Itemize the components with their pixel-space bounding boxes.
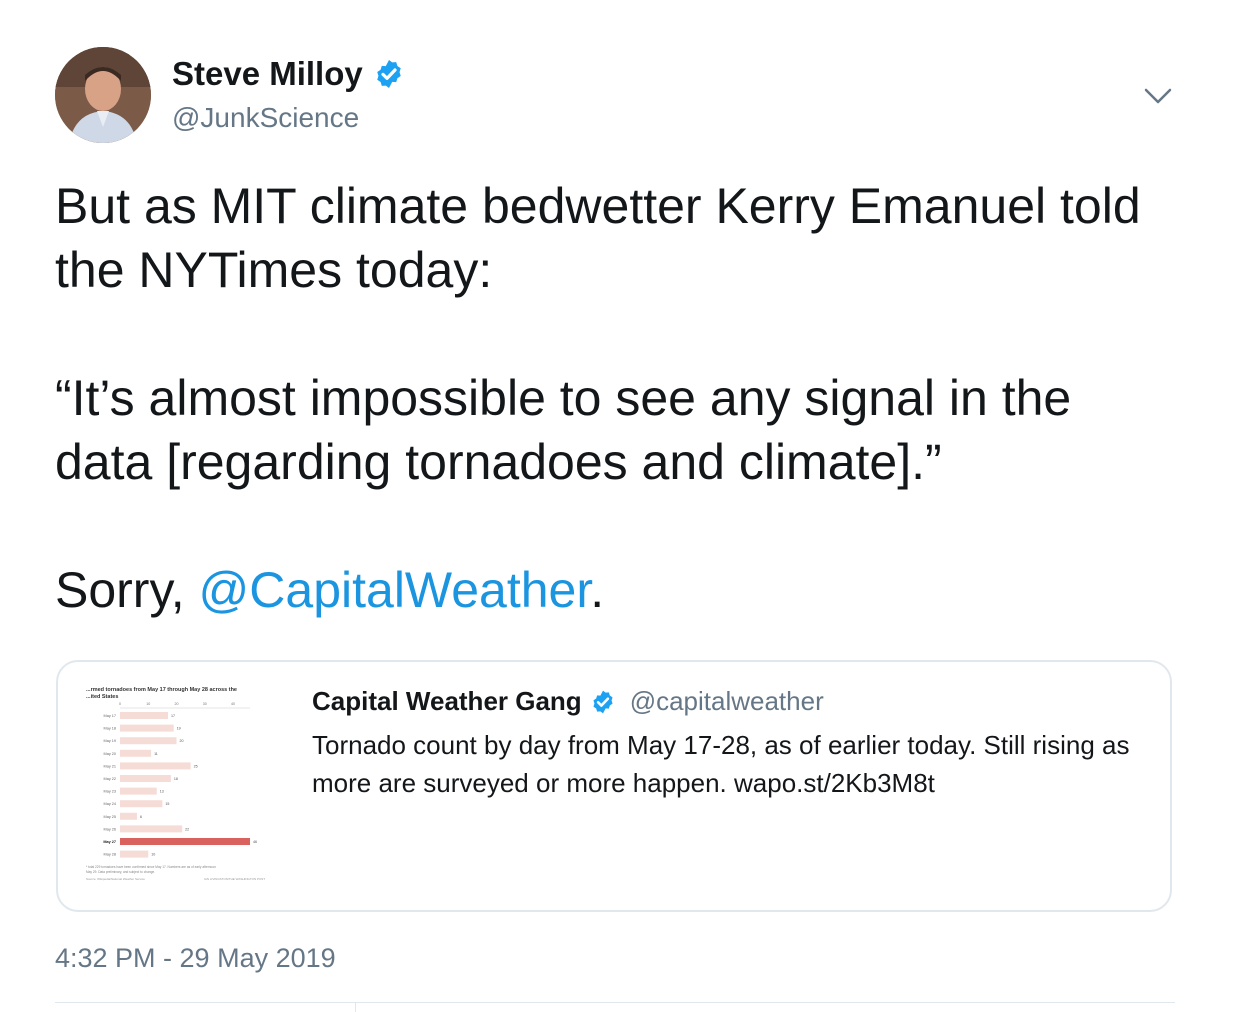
verified-badge-icon xyxy=(377,60,401,88)
thumb-bar xyxy=(120,749,152,757)
thumb-bar xyxy=(120,787,157,795)
thumb-bar xyxy=(120,825,183,833)
quoted-tweet-chart-thumbnail[interactable]: ...rmed tornadoes from May 17 through Ma… xyxy=(84,684,314,889)
thumb-category-label: May 27 xyxy=(103,840,116,844)
thumb-bar xyxy=(120,762,191,770)
thumb-category-label: May 24 xyxy=(104,802,116,806)
thumb-tick-label: 30 xyxy=(203,702,207,706)
chevron-down-icon[interactable] xyxy=(1140,82,1176,110)
thumb-category-label: May 19 xyxy=(104,739,116,743)
thumb-title-line1: ...rmed tornadoes from May 17 through Ma… xyxy=(86,687,237,693)
tweet-text-quote: “It’s almost impossible to see any signa… xyxy=(55,370,1072,490)
thumb-value-label: 18 xyxy=(174,777,178,781)
tweet-text-closing: Sorry, @CapitalWeather. xyxy=(55,558,1175,622)
thumb-value-label: 11 xyxy=(154,752,158,756)
thumb-bar xyxy=(120,850,149,858)
thumb-category-label: May 20 xyxy=(104,752,116,756)
quoted-author-name[interactable]: Capital Weather Gang xyxy=(312,686,582,717)
tweet-timestamp[interactable]: 4:32 PM - 29 May 2019 xyxy=(55,938,336,978)
thumb-source-right: IAN LIVINGSTON/THE WASHINGTON POST xyxy=(204,877,265,881)
thumb-source-left: Source: Wikipedia/National Weather Servi… xyxy=(86,877,145,881)
quoted-header: Capital Weather Gang @capitalweather xyxy=(312,686,824,717)
thumb-value-label: 19 xyxy=(177,727,181,731)
author-handle[interactable]: @JunkScience xyxy=(172,100,359,136)
author-name[interactable]: Steve Milloy xyxy=(172,52,363,96)
tweet-text: But as MIT climate bedwetter Kerry Emanu… xyxy=(55,174,1175,622)
thumb-category-label: May 22 xyxy=(104,777,116,781)
thumb-value-label: 25 xyxy=(194,764,198,768)
thumb-bar xyxy=(120,775,171,782)
thumb-category-label: May 26 xyxy=(104,827,116,831)
divider xyxy=(55,1002,1175,1003)
mention-link[interactable]: @CapitalWeather xyxy=(199,562,591,618)
tweet-text-line1: But as MIT climate bedwetter Kerry Emanu… xyxy=(55,178,1141,298)
thumb-category-label: May 23 xyxy=(104,790,116,794)
quoted-tweet-text: Tornado count by day from May 17-28, as … xyxy=(312,730,1130,798)
thumb-tick-label: 40 xyxy=(231,702,235,706)
divider-tick xyxy=(355,1003,356,1012)
thumb-bar xyxy=(120,800,163,808)
thumb-tick-label: 20 xyxy=(175,702,179,706)
quoted-tweet-card[interactable]: ...rmed tornadoes from May 17 through Ma… xyxy=(56,660,1172,912)
thumb-bar xyxy=(120,724,174,732)
thumb-category-label: May 17 xyxy=(104,714,116,718)
thumb-value-label: 17 xyxy=(171,714,175,718)
quoted-author-handle[interactable]: @capitalweather xyxy=(630,686,824,717)
thumb-value-label: 6 xyxy=(140,815,142,819)
thumb-bar xyxy=(120,812,137,820)
thumb-footnote-line2: May 29. Data preliminary, and subject to… xyxy=(86,870,155,874)
thumb-category-label: May 28 xyxy=(104,853,116,857)
thumb-title-line2: ...ited States xyxy=(86,694,118,700)
closing-prefix: Sorry, xyxy=(55,562,199,618)
thumb-value-label: 10 xyxy=(151,853,155,857)
author-avatar[interactable] xyxy=(55,47,151,143)
avatar-image xyxy=(55,47,151,143)
thumb-category-label: May 18 xyxy=(104,727,116,731)
thumb-value-label: 22 xyxy=(185,827,189,831)
thumb-value-label: 46 xyxy=(253,840,257,844)
thumb-category-label: May 21 xyxy=(104,764,116,768)
thumb-bar xyxy=(120,838,250,845)
thumb-footnote-line1: * total 229 tornadoes have been confirme… xyxy=(86,865,216,869)
author-name-row[interactable]: Steve Milloy xyxy=(172,52,405,96)
thumb-category-label: May 25 xyxy=(104,815,116,819)
thumb-value-label: 20 xyxy=(180,739,184,743)
verified-badge-icon xyxy=(593,690,613,713)
thumb-bar xyxy=(120,712,169,719)
thumb-bar xyxy=(120,737,177,745)
thumb-tick-label: 10 xyxy=(146,702,150,706)
closing-suffix: . xyxy=(590,562,605,618)
thumb-value-label: 15 xyxy=(165,802,169,806)
thumb-value-label: 13 xyxy=(160,790,164,794)
thumb-tick-label: 0 xyxy=(119,702,121,706)
